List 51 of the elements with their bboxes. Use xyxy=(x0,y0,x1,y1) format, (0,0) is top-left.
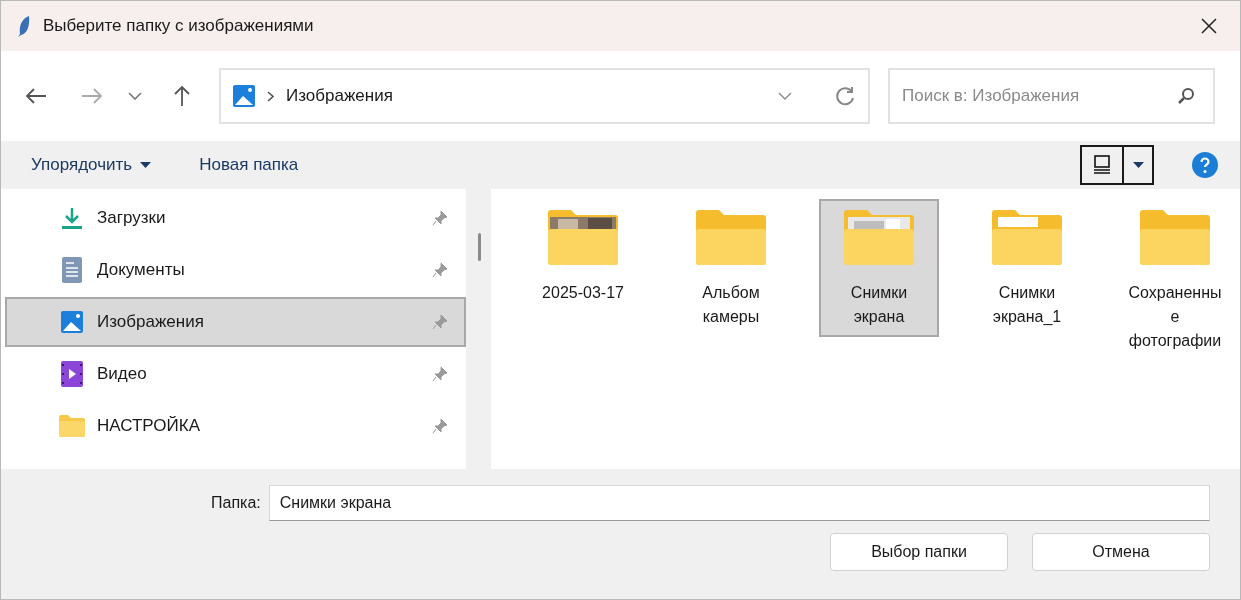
refresh-icon[interactable] xyxy=(834,85,856,107)
pin-icon[interactable] xyxy=(432,418,448,434)
folder-icon xyxy=(696,209,766,265)
feather-icon xyxy=(17,15,31,37)
video-icon xyxy=(61,361,83,387)
organize-menu-button[interactable]: Упорядочить xyxy=(31,152,152,178)
dialog-button[interactable]: Отмена xyxy=(1032,533,1210,571)
sidebar-item[interactable]: Документы xyxy=(5,245,466,295)
chevron-right-icon xyxy=(267,90,274,102)
dialog-button[interactable]: Выбор папки xyxy=(830,533,1008,571)
preview-pane-icon xyxy=(1093,155,1111,175)
search-field[interactable]: Поиск в: Изображения xyxy=(888,68,1215,124)
pin-icon[interactable] xyxy=(432,366,448,382)
folder-item[interactable]: Сохраненные фотографии xyxy=(1115,199,1235,361)
folder-item[interactable]: Снимки экрана xyxy=(819,199,939,337)
address-bar[interactable]: Изображения xyxy=(219,68,870,124)
help-icon[interactable] xyxy=(1192,152,1218,178)
sidebar-item[interactable]: НАСТРОЙКА xyxy=(5,401,466,451)
caret-icon xyxy=(140,162,152,168)
folder-icon xyxy=(548,209,618,265)
folder-icon xyxy=(1140,209,1210,265)
up-arrow-icon xyxy=(173,85,191,107)
folder-item[interactable]: Снимки экрана_1 xyxy=(967,199,1087,337)
close-icon xyxy=(1201,18,1217,34)
sidebar-item[interactable]: Загрузки xyxy=(5,193,466,243)
folder-item[interactable]: 2025-03-17 xyxy=(523,199,643,313)
new-folder-button[interactable]: Новая папка xyxy=(199,152,299,178)
folder-icon xyxy=(992,209,1062,265)
search-icon xyxy=(1177,87,1195,105)
back-arrow-icon xyxy=(25,87,47,105)
folder-name-field[interactable]: Снимки экрана xyxy=(268,485,1210,521)
pin-icon[interactable] xyxy=(432,314,448,330)
pin-icon[interactable] xyxy=(432,210,448,226)
forward-arrow-icon xyxy=(81,87,103,105)
folder-label: Папка: xyxy=(211,493,261,513)
download-icon xyxy=(61,206,83,230)
chevron-down-icon xyxy=(128,92,142,100)
address-path: Изображения xyxy=(286,85,393,108)
image-icon xyxy=(61,311,83,333)
caret-icon xyxy=(1132,162,1144,168)
document-icon xyxy=(62,257,82,283)
sidebar-item[interactable]: Видео xyxy=(5,349,466,399)
sidebar-item[interactable]: Изображения xyxy=(5,297,466,347)
folder-icon xyxy=(59,415,85,437)
folder-item[interactable]: Альбом камеры xyxy=(671,199,791,337)
pin-icon[interactable] xyxy=(432,262,448,278)
view-switch-button[interactable] xyxy=(1080,145,1154,185)
folder-icon xyxy=(844,209,914,265)
window-title: Выберите папку с изображениями xyxy=(43,15,314,38)
chevron-down-icon xyxy=(778,92,792,100)
image-icon xyxy=(233,85,255,107)
